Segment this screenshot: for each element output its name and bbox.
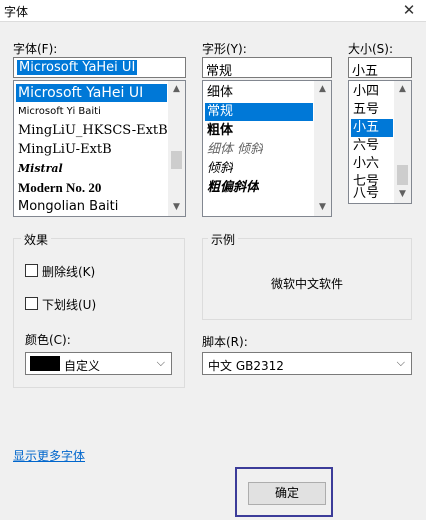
script-label: 脚本(R): bbox=[202, 335, 248, 349]
style-item-italic[interactable]: 倾斜 bbox=[205, 160, 233, 178]
style-item-bold-italic[interactable]: 粗偏斜体 bbox=[205, 179, 259, 197]
effects-label: 效果 bbox=[21, 231, 52, 248]
underline-label[interactable]: 下划线(U) bbox=[42, 296, 96, 313]
more-fonts-link[interactable]: 显示更多字体 bbox=[13, 447, 85, 464]
window-title: 字体 bbox=[4, 5, 29, 19]
font-list-scrollbar[interactable]: ▲ ▼ bbox=[168, 81, 185, 216]
font-item-mingliu-extb[interactable]: MingLiU-ExtB bbox=[16, 141, 112, 159]
font-item-mistral[interactable]: Mistral bbox=[16, 160, 63, 178]
ok-button[interactable]: 确定 bbox=[248, 482, 326, 505]
size-input[interactable]: 小五 bbox=[348, 57, 412, 78]
close-icon[interactable]: ✕ bbox=[400, 1, 418, 19]
font-item-mingliu-hkscs[interactable]: MingLiU_HKSCS-ExtB bbox=[16, 122, 168, 140]
style-item-regular[interactable]: 常规 bbox=[205, 103, 313, 121]
font-list[interactable]: Microsoft YaHei UI Microsoft Yi Baiti Mi… bbox=[13, 80, 186, 217]
scroll-down-icon[interactable]: ▼ bbox=[168, 199, 185, 216]
scroll-down-icon[interactable]: ▼ bbox=[314, 199, 331, 216]
font-item-yibaiti[interactable]: Microsoft Yi Baiti bbox=[16, 103, 101, 121]
font-item-modern[interactable]: Modern No. 20 bbox=[16, 179, 101, 197]
style-input-text: 常规 bbox=[206, 64, 233, 78]
scroll-up-icon[interactable]: ▲ bbox=[394, 81, 411, 98]
style-list-scrollbar[interactable]: ▲ ▼ bbox=[314, 81, 331, 216]
size-item-8[interactable]: 八号 bbox=[351, 185, 379, 203]
style-list[interactable]: 细体 常规 粗体 细体 倾斜 倾斜 粗偏斜体 ▲ ▼ bbox=[202, 80, 332, 217]
font-item-mongolian[interactable]: Mongolian Baiti bbox=[16, 198, 118, 216]
scroll-up-icon[interactable]: ▲ bbox=[168, 81, 185, 98]
size-item-5[interactable]: 五号 bbox=[351, 101, 379, 119]
scroll-down-icon[interactable]: ▼ bbox=[394, 186, 411, 203]
size-label: 大小(S): bbox=[348, 42, 394, 56]
color-label: 颜色(C): bbox=[25, 333, 71, 347]
underline-checkbox[interactable] bbox=[25, 297, 38, 310]
size-list[interactable]: 小四 五号 小五 六号 小六 七号 八号 ▲ ▼ bbox=[348, 80, 412, 204]
color-combo[interactable]: 自定义 ⌵ bbox=[25, 352, 172, 375]
font-input[interactable]: Microsoft YaHei UI bbox=[13, 57, 186, 78]
font-label: 字体(F): bbox=[13, 42, 58, 56]
sample-label: 示例 bbox=[208, 231, 239, 248]
chevron-down-icon[interactable]: ⌵ bbox=[157, 356, 165, 370]
size-input-text: 小五 bbox=[352, 64, 379, 78]
script-value: 中文 GB2312 bbox=[208, 359, 284, 373]
style-input[interactable]: 常规 bbox=[202, 57, 332, 78]
sample-text: 微软中文软件 bbox=[271, 277, 344, 291]
color-swatch bbox=[30, 356, 60, 371]
scroll-up-icon[interactable]: ▲ bbox=[314, 81, 331, 98]
scroll-thumb[interactable] bbox=[171, 151, 182, 169]
size-item-small6[interactable]: 小六 bbox=[351, 155, 379, 173]
color-value: 自定义 bbox=[64, 359, 101, 373]
style-item-light[interactable]: 细体 bbox=[205, 84, 233, 102]
font-input-text: Microsoft YaHei UI bbox=[17, 60, 138, 75]
size-list-scrollbar[interactable]: ▲ ▼ bbox=[394, 81, 411, 203]
scroll-thumb[interactable] bbox=[397, 165, 408, 185]
size-item-small4[interactable]: 小四 bbox=[351, 83, 379, 101]
font-item-yahei[interactable]: Microsoft YaHei UI bbox=[16, 84, 167, 102]
size-item-6[interactable]: 六号 bbox=[351, 137, 379, 155]
style-label: 字形(Y): bbox=[202, 42, 247, 56]
title-bar: 字体 ✕ bbox=[0, 0, 426, 22]
strikeout-checkbox[interactable] bbox=[25, 264, 38, 277]
style-item-bold[interactable]: 粗体 bbox=[205, 122, 233, 140]
script-combo[interactable]: 中文 GB2312 ⌵ bbox=[202, 352, 412, 375]
size-item-small5[interactable]: 小五 bbox=[351, 119, 393, 137]
style-item-light-italic[interactable]: 细体 倾斜 bbox=[205, 141, 263, 159]
chevron-down-icon[interactable]: ⌵ bbox=[397, 356, 405, 370]
strikeout-label[interactable]: 删除线(K) bbox=[42, 263, 95, 280]
